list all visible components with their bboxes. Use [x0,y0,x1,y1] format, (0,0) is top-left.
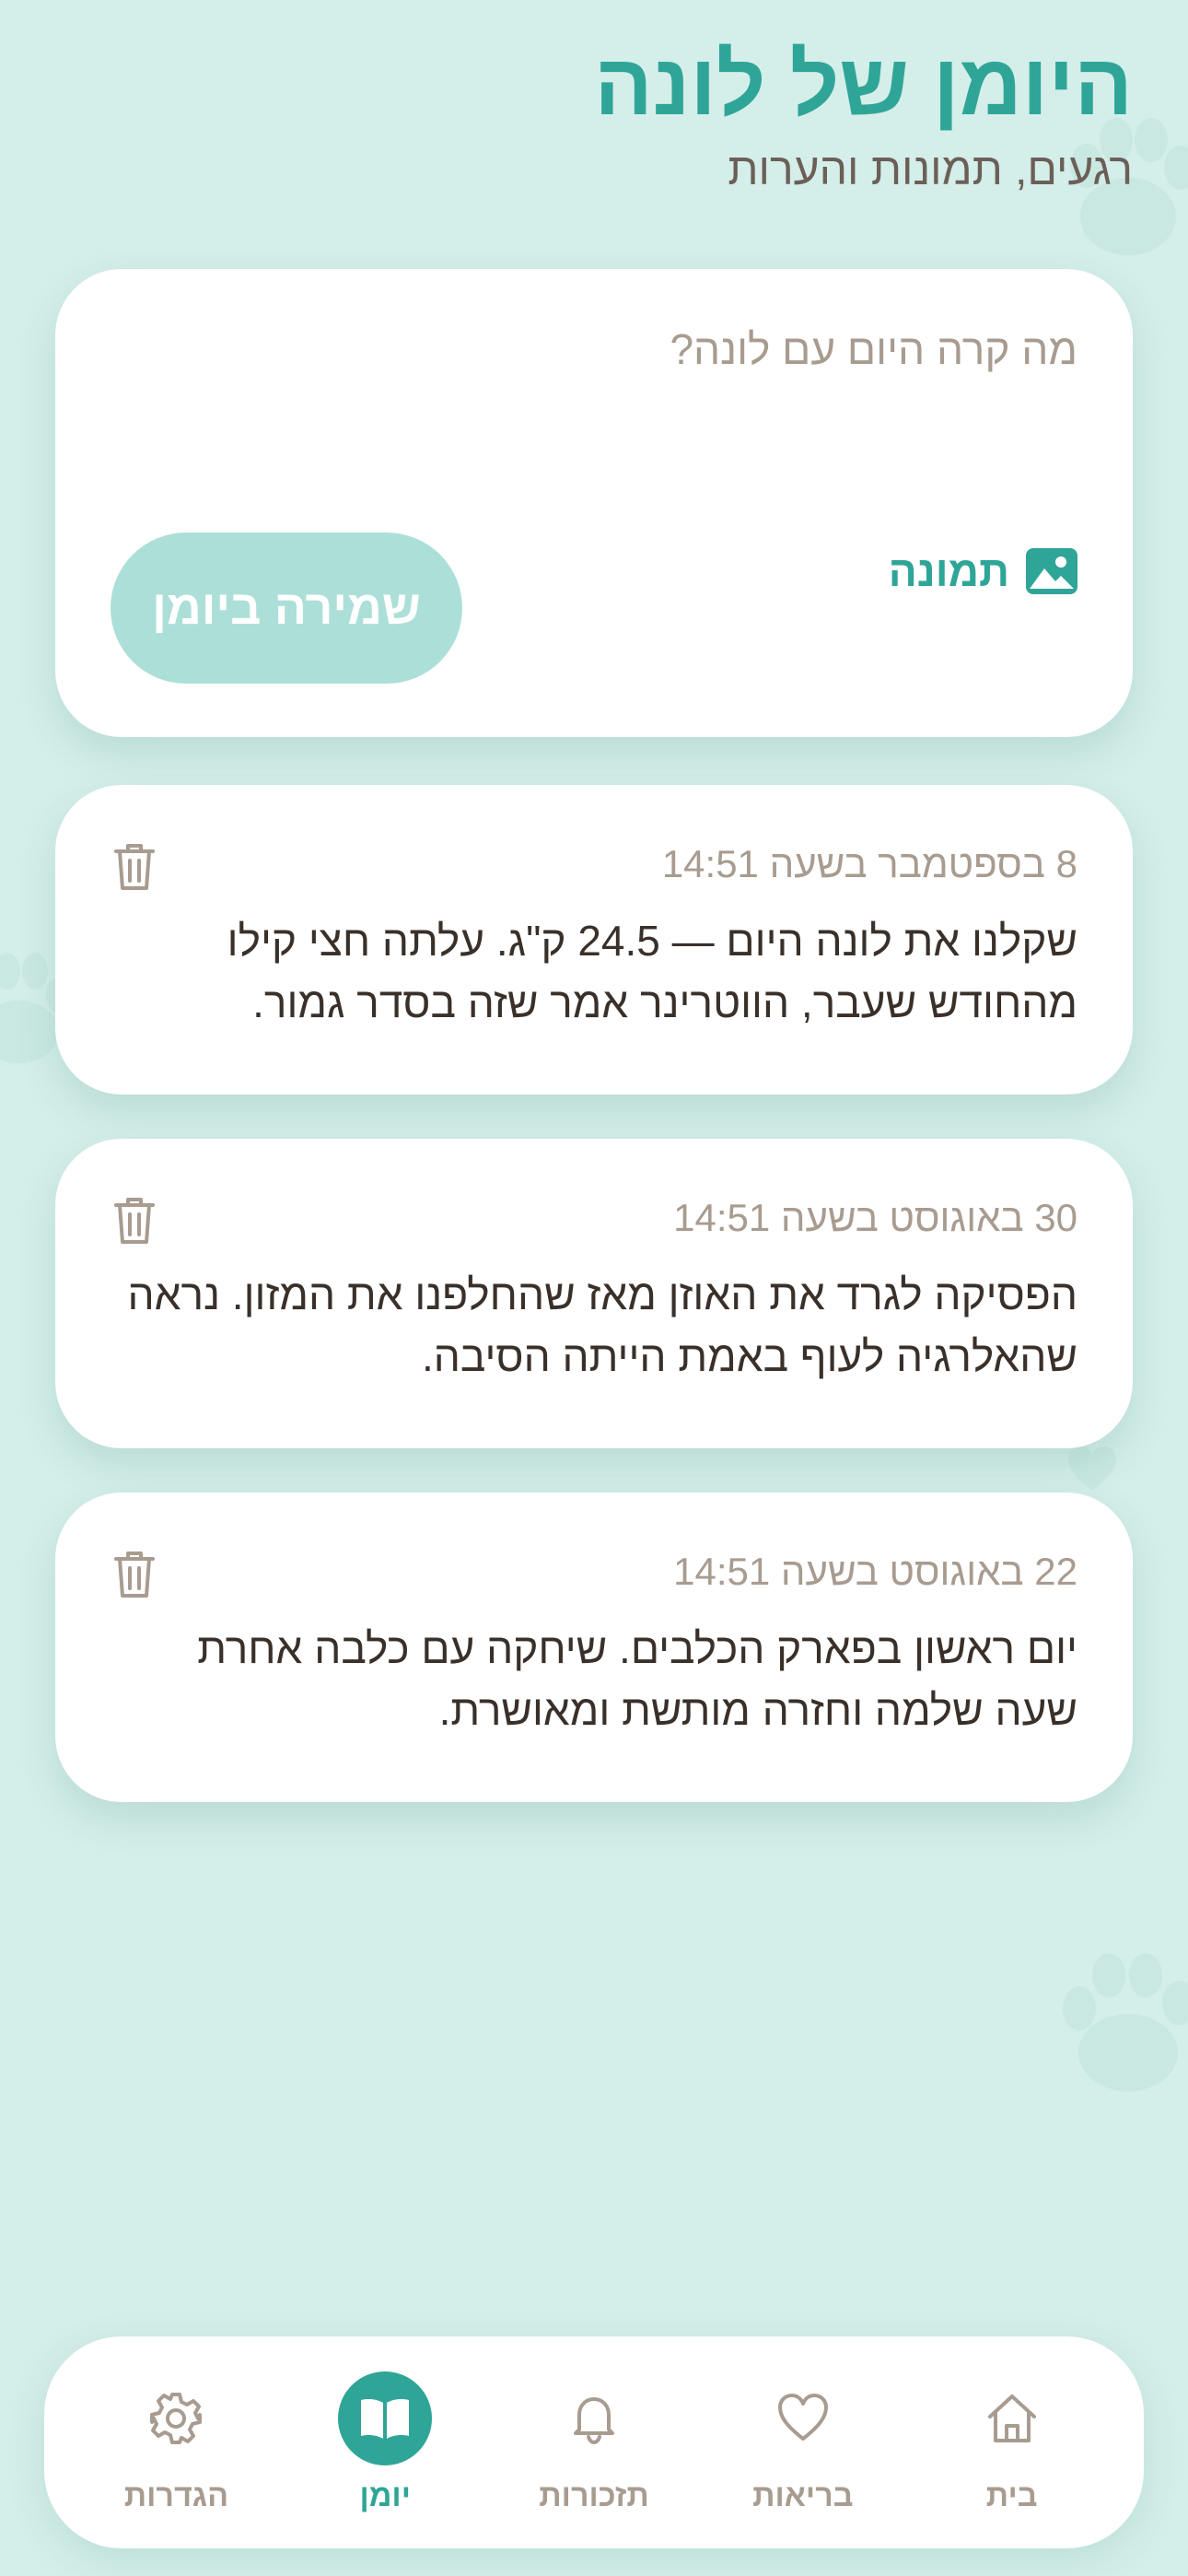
nav-item-health[interactable]: בריאות [711,2371,895,2514]
image-icon [1026,548,1077,594]
nav-label: הגדרות [123,2477,229,2513]
heart-decoration-icon [1068,1446,1116,1491]
book-icon [361,2398,410,2439]
nav-item-settings[interactable]: הגדרות [84,2371,268,2514]
nav-label: תזכורות [539,2477,649,2513]
bottom-nav: בית בריאות תזכורות יומן הגדרות [44,2336,1144,2548]
nav-label: יומן [359,2477,411,2513]
paw-decoration-icon [1063,1953,1188,2091]
bell-icon [574,2396,615,2444]
entry-text: הפסיקה לגרד את האוזן מאז שהחלפנו את המזו… [127,1270,1078,1380]
entry-date: 8 בספטמבר בשעה 14:51 [661,842,1077,885]
journal-entry-card: 8 בספטמבר בשעה 14:51 שקלנו את לונה היום … [55,785,1133,1095]
entry-text-input[interactable] [111,324,1077,509]
trash-icon[interactable] [111,840,158,892]
new-entry-card: תמונה שמירה ביומן [55,269,1133,737]
nav-label: בית [985,2477,1038,2513]
nav-item-reminders[interactable]: תזכורות [502,2371,686,2514]
gear-icon [150,2392,203,2444]
add-photo-button[interactable]: תמונה [889,533,1077,610]
journal-screen: { "header": { "title": "היומן של לונה", … [0,0,1188,2576]
page-header: היומן של לונה רגעים, תמונות והערות [55,37,1133,195]
journal-entry-card: 22 באוגוסט בשעה 14:51 יום ראשון בפארק הכ… [55,1493,1133,1802]
entry-text: יום ראשון בפארק הכלבים. שיחקה עם כלבה אח… [197,1624,1077,1734]
nav-item-home[interactable]: בית [920,2371,1104,2514]
nav-label: בריאות [752,2477,854,2513]
trash-icon[interactable] [111,1194,158,1246]
trash-icon[interactable] [111,1548,158,1599]
entry-date: 22 באוגוסט בשעה 14:51 [673,1550,1077,1593]
entry-text: שקלנו את לונה היום — 24.5 ק"ג. עלתה חצי … [227,917,1077,1026]
page-subtitle: רגעים, תמונות והערות [728,146,1133,195]
page-title: היומן של לונה [594,36,1133,133]
entry-date: 30 באוגוסט בשעה 14:51 [673,1196,1077,1239]
nav-item-journal[interactable]: יומן [293,2371,477,2514]
home-icon [987,2394,1036,2442]
journal-entry-card: 30 באוגוסט בשעה 14:51 הפסיקה לגרד את האו… [55,1139,1133,1448]
heart-icon [777,2393,828,2441]
save-entry-button[interactable]: שמירה ביומן [111,533,462,684]
add-photo-label: תמונה [888,547,1009,595]
